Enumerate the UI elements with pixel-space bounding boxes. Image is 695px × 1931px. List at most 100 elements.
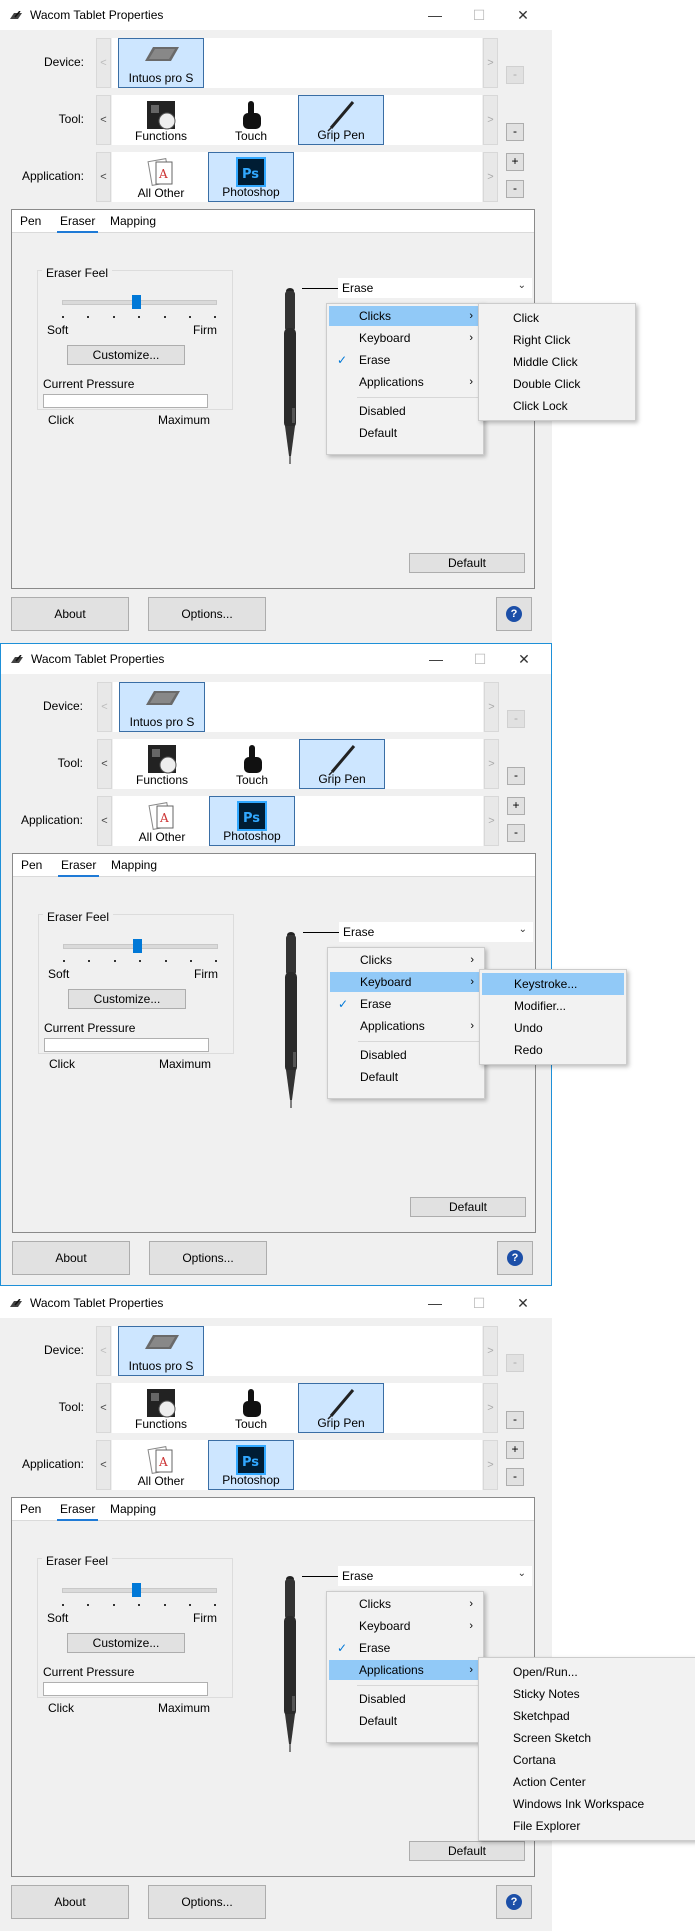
tool-tile-functions[interactable]: Functions xyxy=(119,739,205,789)
default-button[interactable]: Default xyxy=(409,1841,525,1861)
application-tile-all-other[interactable]: A All Other xyxy=(118,1440,204,1490)
menu-item-keyboard[interactable]: Keyboard › xyxy=(329,328,481,348)
device-next-button[interactable]: > xyxy=(483,38,498,88)
menu-item-erase[interactable]: ✓ Erase xyxy=(329,1638,481,1658)
application-prev-button[interactable]: < xyxy=(97,796,112,846)
device-prev-button[interactable]: < xyxy=(96,1326,111,1376)
menu-item-default[interactable]: Default xyxy=(329,1711,481,1731)
tool-tile-touch[interactable]: Touch xyxy=(208,95,294,145)
submenu-item[interactable]: Cortana xyxy=(481,1749,695,1771)
minimize-button[interactable]: — xyxy=(424,1293,446,1313)
menu-item-applications[interactable]: Applications › xyxy=(329,1660,481,1680)
application-tile-all-other[interactable]: A All Other xyxy=(118,152,204,202)
close-button[interactable]: ✕ xyxy=(512,5,534,25)
menu-item-keyboard[interactable]: Keyboard › xyxy=(330,972,482,992)
device-remove-button[interactable]: - xyxy=(506,1354,524,1372)
menu-item-disabled[interactable]: Disabled xyxy=(329,1689,481,1709)
submenu-item[interactable]: Double Click xyxy=(481,373,633,395)
tab-pen[interactable]: Pen xyxy=(21,858,42,872)
submenu-item[interactable]: Sticky Notes xyxy=(481,1683,695,1705)
close-button[interactable]: ✕ xyxy=(512,1293,534,1313)
tab-pen[interactable]: Pen xyxy=(20,214,41,228)
device-tile-intuos[interactable]: Intuos pro S xyxy=(118,1326,204,1376)
default-button[interactable]: Default xyxy=(409,553,525,573)
device-remove-button[interactable]: - xyxy=(506,66,524,84)
eraser-feel-slider-thumb[interactable] xyxy=(132,1583,141,1597)
tool-prev-button[interactable]: < xyxy=(96,95,111,145)
tool-tile-functions[interactable]: Functions xyxy=(118,95,204,145)
tab-eraser[interactable]: Eraser xyxy=(56,214,99,233)
customize-button[interactable]: Customize... xyxy=(67,1633,185,1653)
menu-item-erase[interactable]: ✓ Erase xyxy=(329,350,481,370)
tool-next-button[interactable]: > xyxy=(484,739,499,789)
tab-eraser[interactable]: Eraser xyxy=(56,1502,99,1521)
application-add-button[interactable]: + xyxy=(506,153,524,171)
submenu-item[interactable]: Click Lock xyxy=(481,395,633,417)
application-tile-photoshop[interactable]: Ps Photoshop xyxy=(209,796,295,846)
close-button[interactable]: ✕ xyxy=(513,649,535,669)
menu-item-disabled[interactable]: Disabled xyxy=(329,401,481,421)
eraser-function-dropdown[interactable]: Erase ⌄ xyxy=(339,922,533,942)
submenu-item[interactable]: File Explorer xyxy=(481,1815,695,1837)
tool-next-button[interactable]: > xyxy=(483,95,498,145)
device-next-button[interactable]: > xyxy=(483,1326,498,1376)
submenu-item[interactable]: Redo xyxy=(482,1039,624,1061)
tool-tile-grip-pen[interactable]: Grip Pen xyxy=(298,1383,384,1433)
help-button[interactable]: ? xyxy=(496,597,532,631)
submenu-item[interactable]: Sketchpad xyxy=(481,1705,695,1727)
options-button[interactable]: Options... xyxy=(148,597,266,631)
device-next-button[interactable]: > xyxy=(484,682,499,732)
tool-tile-grip-pen[interactable]: Grip Pen xyxy=(299,739,385,789)
minimize-button[interactable]: — xyxy=(425,649,447,669)
tool-prev-button[interactable]: < xyxy=(97,739,112,789)
menu-item-erase[interactable]: ✓ Erase xyxy=(330,994,482,1014)
help-button[interactable]: ? xyxy=(497,1241,533,1275)
application-tile-all-other[interactable]: A All Other xyxy=(119,796,205,846)
customize-button[interactable]: Customize... xyxy=(68,989,186,1009)
maximize-button[interactable]: ☐ xyxy=(468,1293,490,1313)
options-button[interactable]: Options... xyxy=(148,1885,266,1919)
menu-item-clicks[interactable]: Clicks › xyxy=(330,950,482,970)
device-tile-intuos[interactable]: Intuos pro S xyxy=(119,682,205,732)
tab-mapping[interactable]: Mapping xyxy=(110,214,156,228)
tool-remove-button[interactable]: - xyxy=(507,767,525,785)
submenu-item[interactable]: Click xyxy=(481,307,633,329)
tab-pen[interactable]: Pen xyxy=(20,1502,41,1516)
options-button[interactable]: Options... xyxy=(149,1241,267,1275)
minimize-button[interactable]: — xyxy=(424,5,446,25)
application-next-button[interactable]: > xyxy=(483,1440,498,1490)
default-button[interactable]: Default xyxy=(410,1197,526,1217)
tool-tile-functions[interactable]: Functions xyxy=(118,1383,204,1433)
application-next-button[interactable]: > xyxy=(483,152,498,202)
device-prev-button[interactable]: < xyxy=(96,38,111,88)
application-add-button[interactable]: + xyxy=(506,1441,524,1459)
application-tile-photoshop[interactable]: Ps Photoshop xyxy=(208,152,294,202)
submenu-item[interactable]: Right Click xyxy=(481,329,633,351)
menu-item-applications[interactable]: Applications › xyxy=(330,1016,482,1036)
menu-item-disabled[interactable]: Disabled xyxy=(330,1045,482,1065)
maximize-button[interactable]: ☐ xyxy=(468,5,490,25)
about-button[interactable]: About xyxy=(11,597,129,631)
eraser-function-dropdown[interactable]: Erase ⌄ xyxy=(338,1566,532,1586)
tool-prev-button[interactable]: < xyxy=(96,1383,111,1433)
eraser-feel-slider-thumb[interactable] xyxy=(133,939,142,953)
application-next-button[interactable]: > xyxy=(484,796,499,846)
eraser-feel-slider-thumb[interactable] xyxy=(132,295,141,309)
maximize-button[interactable]: ☐ xyxy=(469,649,491,669)
submenu-item[interactable]: Windows Ink Workspace xyxy=(481,1793,695,1815)
menu-item-applications[interactable]: Applications › xyxy=(329,372,481,392)
menu-item-default[interactable]: Default xyxy=(329,423,481,443)
tab-mapping[interactable]: Mapping xyxy=(110,1502,156,1516)
customize-button[interactable]: Customize... xyxy=(67,345,185,365)
menu-item-keyboard[interactable]: Keyboard › xyxy=(329,1616,481,1636)
eraser-function-dropdown[interactable]: Erase ⌄ xyxy=(338,278,532,298)
device-prev-button[interactable]: < xyxy=(97,682,112,732)
application-prev-button[interactable]: < xyxy=(96,152,111,202)
about-button[interactable]: About xyxy=(12,1241,130,1275)
application-add-button[interactable]: + xyxy=(507,797,525,815)
submenu-item[interactable]: Keystroke... xyxy=(482,973,624,995)
submenu-item[interactable]: Middle Click xyxy=(481,351,633,373)
tool-next-button[interactable]: > xyxy=(483,1383,498,1433)
submenu-item[interactable]: Action Center xyxy=(481,1771,695,1793)
tool-tile-touch[interactable]: Touch xyxy=(208,1383,294,1433)
